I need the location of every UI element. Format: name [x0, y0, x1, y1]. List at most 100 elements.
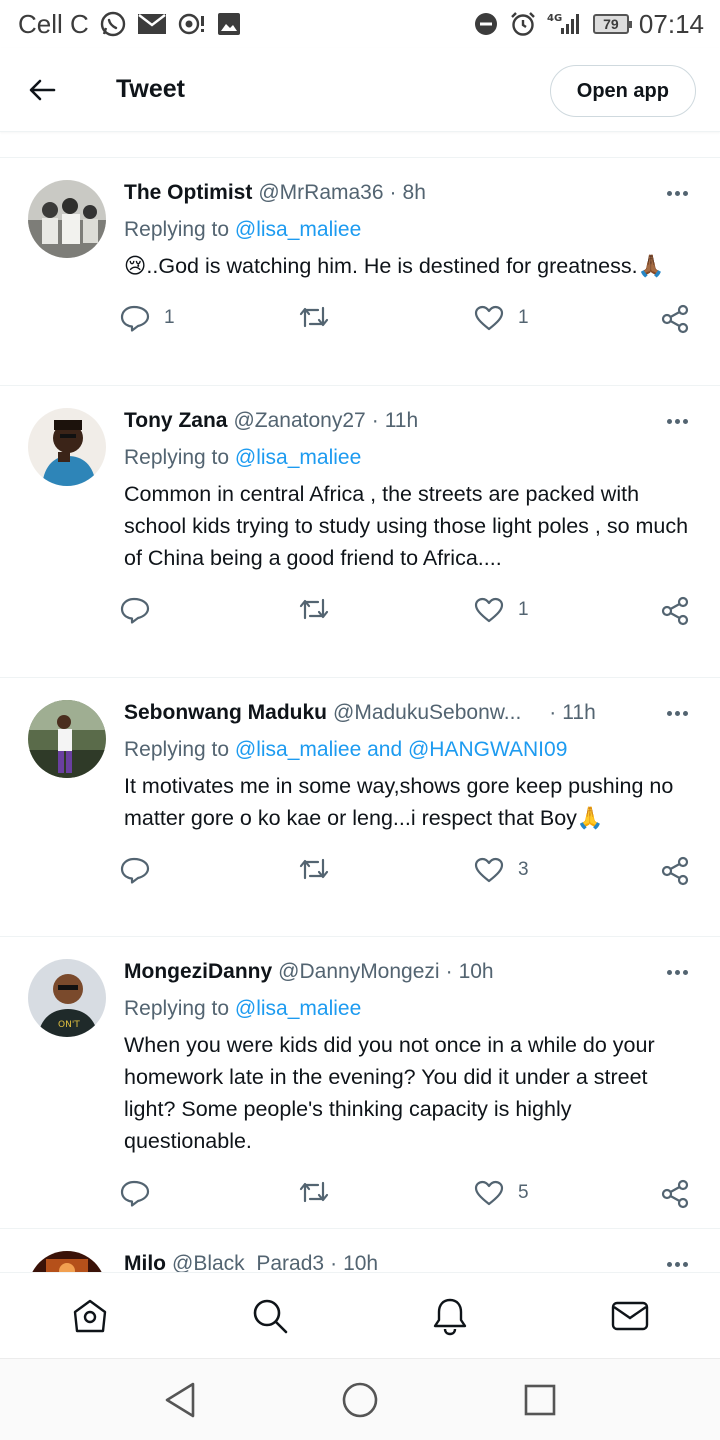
mention-link[interactable]: @lisa_maliee — [235, 997, 361, 1020]
reply-button[interactable] — [120, 596, 164, 624]
avatar[interactable]: ON'T — [28, 959, 106, 1037]
heart-icon — [474, 597, 504, 623]
avatar[interactable] — [28, 1251, 106, 1272]
like-button[interactable]: 1 — [474, 596, 529, 624]
circle-home-icon — [342, 1382, 378, 1417]
nav-home[interactable] — [60, 1286, 120, 1346]
open-app-button[interactable]: Open app — [549, 65, 696, 117]
status-bar: Cell C 4G 79 07:14 — [0, 0, 720, 48]
author-name[interactable]: Milo — [124, 1252, 166, 1272]
tweet-text: When you were kids did you not once in a… — [124, 1033, 655, 1153]
do-not-disturb-icon — [473, 11, 499, 37]
avatar[interactable] — [28, 180, 106, 258]
battery-indicator: 79 — [592, 14, 632, 34]
like-count: 1 — [518, 599, 529, 620]
reply-feed[interactable]: The Optimist @MrRama36 · 8h Replying to … — [0, 132, 720, 1272]
heart-icon — [474, 1180, 504, 1206]
avatar[interactable] — [28, 700, 106, 778]
timestamp[interactable]: 10h — [459, 960, 494, 984]
system-home-button[interactable] — [330, 1370, 390, 1430]
like-count: 5 — [518, 1182, 529, 1203]
separator-dot: · — [389, 181, 397, 204]
hotspot-icon — [177, 11, 207, 37]
retweet-button[interactable] — [298, 304, 344, 330]
mail-notification-icon — [137, 12, 167, 36]
timestamp[interactable]: 11h — [562, 701, 595, 725]
author-name[interactable]: Sebonwang Maduku — [124, 701, 327, 725]
nav-search[interactable] — [240, 1286, 300, 1346]
replying-prefix: Replying to — [124, 446, 235, 469]
alarm-icon — [509, 10, 537, 38]
like-button[interactable]: 1 — [474, 304, 529, 332]
author-handle[interactable]: @DannyMongezi — [278, 960, 439, 984]
share-button[interactable] — [660, 596, 690, 626]
tweet-actions: 5 — [120, 1157, 696, 1231]
nav-messages[interactable] — [600, 1286, 660, 1346]
avatar[interactable] — [28, 408, 106, 486]
retweet-icon — [299, 1181, 329, 1203]
author-name[interactable]: MongeziDanny — [124, 960, 272, 984]
replying-to: Replying to @lisa_maliee — [124, 216, 696, 244]
reply-button[interactable]: 1 — [120, 304, 175, 332]
bottom-navigation — [0, 1272, 720, 1358]
retweet-button[interactable] — [298, 596, 344, 622]
retweet-button[interactable] — [298, 1179, 344, 1205]
tweet-reply[interactable]: Tony Zana @Zanatony27 · 11h Replying to … — [0, 386, 720, 678]
tweet-reply[interactable]: Milo @Black_Parad3 · 10h — [0, 1229, 720, 1272]
tweet-reply[interactable]: Sebonwang Maduku @MadukuSebonw... · 11h … — [0, 678, 720, 937]
author-handle[interactable]: @MrRama36 — [258, 181, 383, 205]
tweet-reply[interactable]: ON'T MongeziDanny @DannyMongezi · 10h Re… — [0, 937, 720, 1229]
separator-dot: · — [549, 701, 557, 724]
replying-prefix: Replying to — [124, 997, 235, 1020]
reply-icon — [120, 1180, 150, 1207]
like-button[interactable]: 5 — [474, 1179, 529, 1207]
whatsapp-icon — [99, 10, 127, 38]
like-count: 1 — [518, 307, 529, 328]
heart-icon — [474, 305, 504, 331]
previous-tweet-edge — [0, 132, 720, 158]
back-button[interactable] — [0, 48, 84, 132]
mention-link[interactable]: @lisa_maliee — [235, 446, 361, 469]
reply-button[interactable] — [120, 1179, 164, 1207]
like-count: 3 — [518, 859, 529, 880]
author-handle[interactable]: @Zanatony27 — [233, 409, 365, 433]
search-icon — [253, 1299, 288, 1333]
timestamp[interactable]: 11h — [385, 409, 418, 433]
like-button[interactable]: 3 — [474, 856, 529, 884]
retweet-button[interactable] — [298, 856, 344, 882]
reply-icon — [120, 857, 150, 884]
system-back-button[interactable] — [150, 1370, 210, 1430]
share-button[interactable] — [660, 856, 690, 886]
carrier-label: Cell C — [18, 8, 89, 39]
share-button[interactable] — [660, 304, 690, 334]
reply-icon — [120, 305, 150, 332]
tweet-reply[interactable]: The Optimist @MrRama36 · 8h Replying to … — [0, 158, 720, 386]
author-handle[interactable]: @MadukuSebonw... — [333, 701, 521, 725]
more-options-button[interactable] — [662, 180, 692, 206]
separator-dot: · — [445, 960, 453, 983]
mention-link[interactable]: @lisa_maliee — [235, 218, 361, 241]
retweet-icon — [299, 858, 329, 880]
replying-prefix: Replying to — [124, 218, 235, 241]
signal-icon: 4G — [547, 11, 583, 37]
nav-notifications[interactable] — [420, 1286, 480, 1346]
mention-link[interactable]: @lisa_maliee and @HANGWANI09 — [235, 738, 567, 761]
reply-button[interactable] — [120, 856, 164, 884]
share-icon — [661, 856, 689, 886]
tweet-actions: 1 1 — [120, 282, 696, 356]
more-options-button[interactable] — [662, 959, 692, 985]
system-recents-button[interactable] — [510, 1370, 570, 1430]
author-handle[interactable]: @Black_Parad3 — [172, 1252, 324, 1272]
timestamp[interactable]: 8h — [403, 181, 426, 205]
tweet-actions: 1 — [120, 574, 696, 648]
more-options-button[interactable] — [662, 700, 692, 726]
author-name[interactable]: The Optimist — [124, 181, 252, 205]
share-button[interactable] — [660, 1179, 690, 1209]
app-header: Tweet Open app — [0, 48, 720, 132]
timestamp[interactable]: 10h — [343, 1252, 378, 1272]
home-icon — [73, 1299, 107, 1332]
author-name[interactable]: Tony Zana — [124, 409, 227, 433]
retweet-icon — [299, 598, 329, 620]
more-options-button[interactable] — [662, 1251, 692, 1272]
more-options-button[interactable] — [662, 408, 692, 434]
